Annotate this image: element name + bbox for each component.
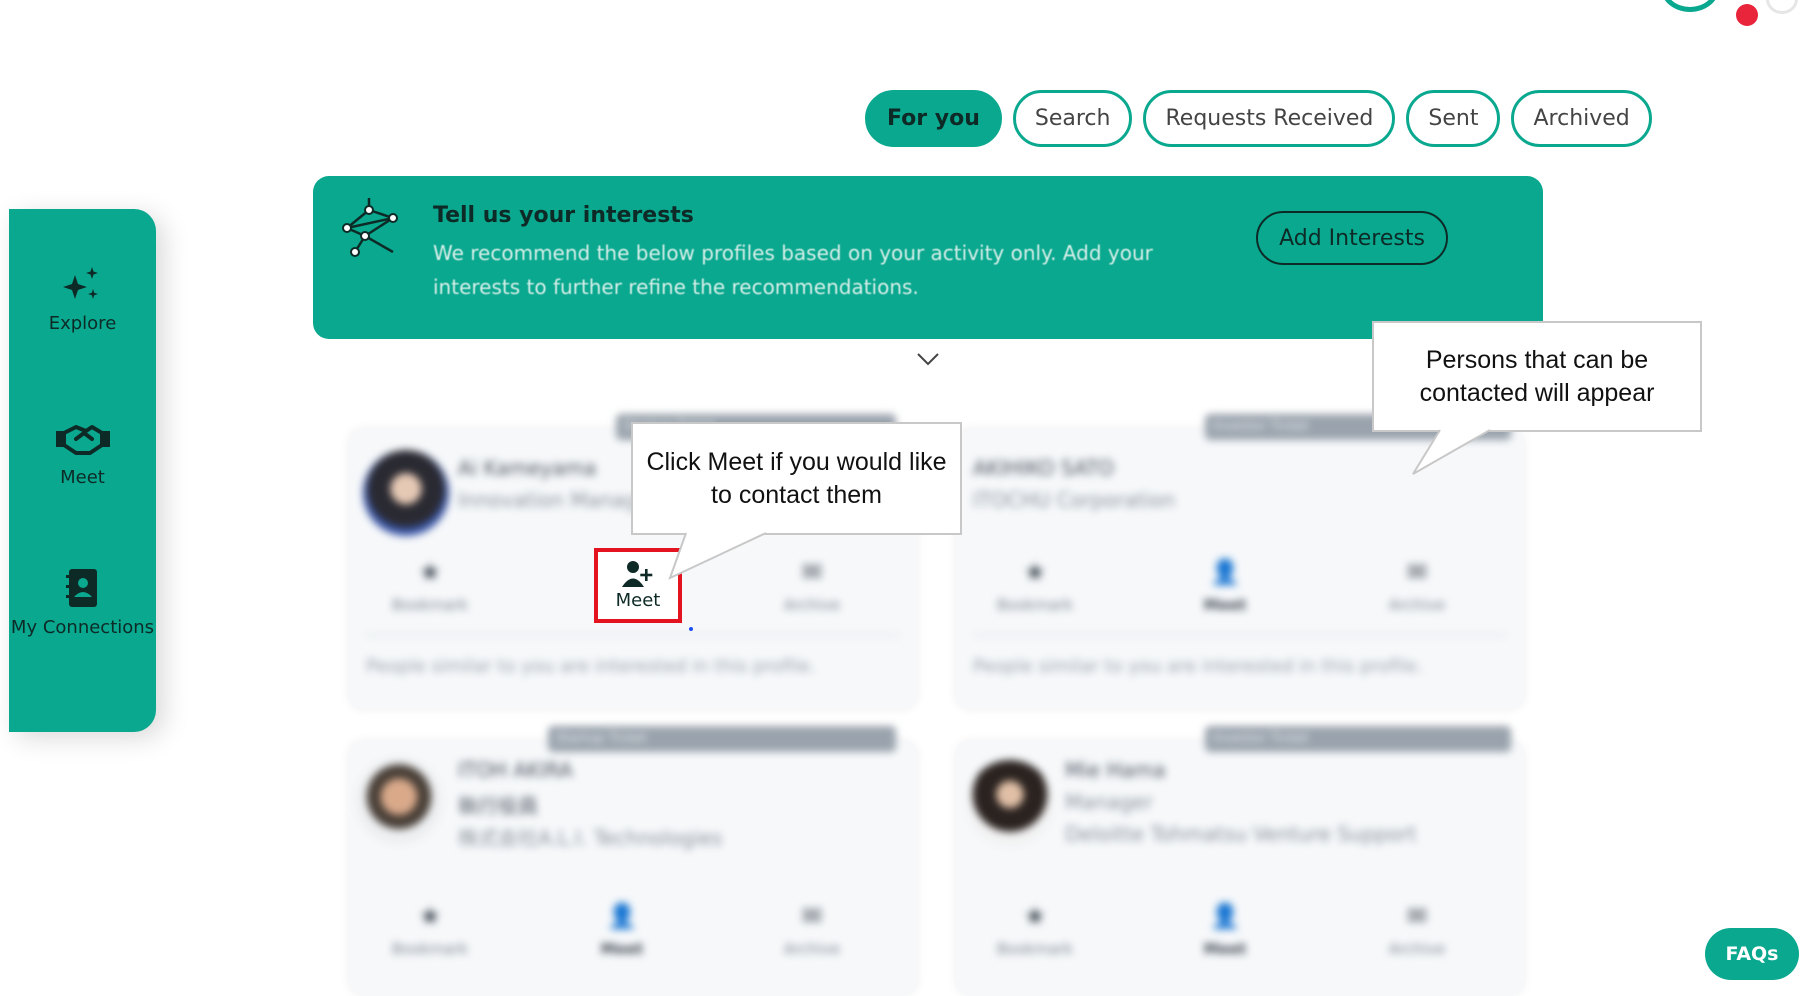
archive-label: Archive: [783, 940, 841, 958]
meet-button-highlighted[interactable]: Meet: [594, 548, 682, 623]
meet-action[interactable]: 👤 Meet: [552, 902, 692, 958]
tab-sent[interactable]: Sent: [1406, 90, 1501, 147]
avatar: [363, 450, 449, 536]
meet-action[interactable]: 👤 Meet: [1155, 902, 1295, 958]
bookmark-label: Bookmark: [392, 940, 468, 958]
recommendation-reason: People similar to you are interested in …: [366, 656, 816, 677]
archive-action[interactable]: ✉ Archive: [1347, 558, 1487, 614]
profile-title: 執行役員: [458, 794, 538, 818]
archive-icon: ✉: [1406, 558, 1428, 586]
bookmark-action[interactable]: ★ Bookmark: [965, 558, 1105, 614]
persons-hint-text: Persons that can be contacted will appea…: [1419, 345, 1655, 407]
bookmark-label: Bookmark: [997, 940, 1073, 958]
star-icon: ★: [1024, 558, 1046, 586]
sidebar-item-label: Meet: [60, 467, 105, 488]
card-divider: [366, 634, 900, 636]
meet-label: Meet: [600, 940, 644, 958]
add-person-icon: 👤: [1210, 558, 1240, 586]
sidebar-item-my-connections[interactable]: My Connections: [9, 567, 156, 638]
profile-company: 株式会社A.L.I. Technologies: [458, 826, 723, 850]
profile-name: AKIHIKO SATO: [973, 456, 1114, 480]
tab-search[interactable]: Search: [1012, 90, 1133, 147]
profile-name: Mie Hama: [1065, 758, 1166, 782]
ticket-tag: Startup Ticket: [548, 726, 896, 752]
profile-title: ITOCHU Corporation: [973, 488, 1176, 512]
meet-label: Meet: [1203, 940, 1247, 958]
avatar: [967, 760, 1053, 846]
meet-label: Meet: [1203, 596, 1247, 614]
archive-action[interactable]: ✉ Archive: [1347, 902, 1487, 958]
profile-title: Innovation Manager: [458, 488, 658, 512]
profile-card: Investor Ticket Mie Hama Manager Deloitt…: [955, 726, 1525, 996]
sidebar-item-label: Explore: [48, 313, 117, 334]
archive-icon: ✉: [1406, 902, 1428, 930]
meet-hint-callout: Click Meet if you would like to contact …: [631, 422, 962, 535]
tab-requests-received[interactable]: Requests Received: [1143, 90, 1396, 147]
add-person-icon: 👤: [607, 902, 637, 930]
sparkles-icon: [62, 267, 98, 299]
profile-name: ITOH AKIRA: [458, 758, 573, 782]
bookmark-action[interactable]: ★ Bookmark: [360, 558, 500, 614]
bookmark-label: Bookmark: [997, 596, 1073, 614]
bookmark-action[interactable]: ★ Bookmark: [965, 902, 1105, 958]
star-icon: ★: [419, 902, 441, 930]
tab-for-you[interactable]: For you: [865, 90, 1002, 147]
avatar: [356, 758, 442, 844]
archive-label: Archive: [1388, 940, 1446, 958]
interests-banner: Tell us your interests We recommend the …: [313, 176, 1543, 339]
notification-dot: [1736, 4, 1758, 26]
callout-tail: [668, 532, 767, 580]
archive-label: Archive: [1388, 596, 1446, 614]
cursor-dot: [689, 627, 693, 631]
ticket-tag: Investor Ticket: [1205, 726, 1511, 752]
sidebar-item-meet[interactable]: Meet: [9, 419, 156, 488]
sidebar-item-explore[interactable]: Explore: [9, 265, 156, 334]
persons-hint-callout: Persons that can be contacted will appea…: [1372, 321, 1702, 432]
add-interests-button[interactable]: Add Interests: [1256, 211, 1448, 265]
profile-company: Deloitte Tohmatsu Venture Support: [1065, 822, 1417, 846]
chevron-down-icon[interactable]: [916, 352, 940, 366]
meet-label: Meet: [615, 590, 661, 611]
bookmark-action[interactable]: ★ Bookmark: [360, 902, 500, 958]
recommendation-reason: People similar to you are interested in …: [973, 656, 1423, 677]
callout-tail: [1412, 429, 1491, 475]
star-icon: ★: [419, 558, 441, 586]
sidebar: Explore Meet My Connections: [9, 209, 156, 732]
profile-title: Manager: [1065, 790, 1153, 814]
add-person-icon: [622, 561, 653, 587]
bookmark-label: Bookmark: [392, 596, 468, 614]
card-divider: [973, 634, 1507, 636]
tab-archived[interactable]: Archived: [1511, 90, 1652, 147]
profile-name: Ai Kameyama: [458, 456, 597, 480]
add-person-icon: 👤: [1210, 902, 1240, 930]
profile-card: Startup Ticket ITOH AKIRA 執行役員 株式会社A.L.I…: [348, 726, 918, 996]
tab-bar: For you Search Requests Received Sent Ar…: [865, 90, 1652, 147]
network-nodes-icon: [342, 198, 398, 257]
header-icon-partial[interactable]: [1766, 0, 1798, 14]
sidebar-item-label: My Connections: [10, 617, 155, 638]
faq-button[interactable]: FAQs: [1705, 928, 1799, 980]
archive-icon: ✉: [801, 902, 823, 930]
handshake-icon: [55, 425, 110, 455]
header-avatar-ring[interactable]: [1660, 0, 1720, 12]
banner-title: Tell us your interests: [433, 203, 694, 228]
star-icon: ★: [1024, 902, 1046, 930]
meet-action[interactable]: 👤 Meet: [1155, 558, 1295, 614]
archive-action[interactable]: ✉ Archive: [742, 902, 882, 958]
banner-text: We recommend the below profiles based on…: [433, 241, 1153, 299]
archive-label: Archive: [783, 596, 841, 614]
meet-hint-text: Click Meet if you would like to contact …: [646, 447, 947, 509]
contacts-book-icon: [65, 569, 97, 607]
